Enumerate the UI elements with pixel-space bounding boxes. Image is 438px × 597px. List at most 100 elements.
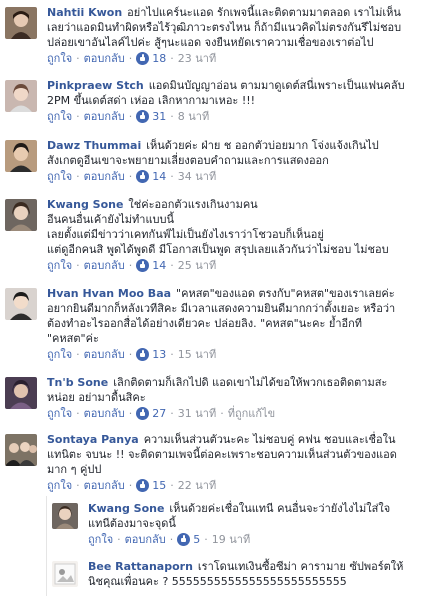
avatar[interactable] <box>5 80 37 112</box>
commenter-name[interactable]: Pinkpraew Stch <box>47 79 144 92</box>
reply-link[interactable]: ตอบกลับ <box>125 533 166 546</box>
comment-body: Dawz Thummai เห็นด้วยค่ะ ฝ่าย ช ออกตัวบ่อ… <box>47 138 433 184</box>
avatar[interactable] <box>5 199 37 231</box>
like-link[interactable]: ถูกใจ <box>47 110 72 123</box>
comment-message: อีนคนอื่นเค้ายังไม่ทำแบบนี้ <box>47 213 175 226</box>
comment-time[interactable]: 22 นาที <box>178 479 216 492</box>
avatar[interactable] <box>5 140 37 172</box>
like-count[interactable]: 5 <box>193 533 200 546</box>
comment-text: Bee Rattanaporn เราโดนเทเงินซื้อซีม่า คาร… <box>88 559 433 589</box>
comment-message: ปล่อยเขาอันไลค์ไปค่ะ สู้ๆนะแอด จงยืนหยัด… <box>47 36 374 49</box>
edited-label[interactable]: ที่ถูกแก้ไข <box>228 407 275 420</box>
comment-message: ต้องทำอะไรออกสื่อได้อย่างเดียวคะ ปล่อยลิ… <box>47 317 363 330</box>
comment-message: 2PM ขึ้นเดต์สด่า เห่ออ เลิกหากามาเหอะ !!… <box>47 94 256 107</box>
comment-body: Tn'b Sone เลิกติดตามก็เลิกไปดิ แอดเขาไม่ไ… <box>47 375 433 421</box>
comment-text: Sontaya Panya ความเห็นส่วนตัวนะคะ ไม่ชอบค… <box>47 432 433 477</box>
comment-message: แทนีต้องมาจะจุดนี้ <box>88 517 176 530</box>
reply-link[interactable]: ตอบกลับ <box>84 110 125 123</box>
comment-time[interactable]: 23 นาที <box>178 52 216 65</box>
like-icon <box>136 170 150 183</box>
comment-message: หน่อย อย่ามาดื้นสิคะ <box>47 391 146 404</box>
like-icon <box>136 348 150 361</box>
comment-text: Kwang Sone เห็นด้วยค่ะเชื่อในแทนี คนอื่นจ… <box>88 501 433 531</box>
comment-text: Tn'b Sone เลิกติดตามก็เลิกไปดิ แอดเขาไม่ไ… <box>47 375 433 405</box>
commenter-name[interactable]: Hvan Hvan Moo Baa <box>47 287 171 300</box>
comment-message: สังเกตดูอีนเขาจะพยายามเลี่ยงตอบคำถามและก… <box>47 154 329 167</box>
comment-message: อย่าไปแคร์นะแอด รักเพจนี้และติดตามมาตลอด… <box>127 6 401 19</box>
comment-time[interactable]: 15 นาที <box>178 348 216 361</box>
like-link[interactable]: ถูกใจ <box>47 259 72 272</box>
like-count[interactable]: 13 <box>152 348 166 361</box>
avatar[interactable] <box>5 434 37 466</box>
commenter-name[interactable]: Sontaya Panya <box>47 433 139 446</box>
comment-actions: ถูกใจ · ตอบกลับ · 18 · 23 นาที <box>47 52 217 65</box>
commenter-name[interactable]: Nahtii Kwon <box>47 6 122 19</box>
like-link[interactable]: ถูกใจ <box>47 407 72 420</box>
comment-message: เราโดนเทเงินซื้อซีม่า คารามาย ซัปพอร์ตให… <box>197 560 404 573</box>
like-icon <box>136 259 150 272</box>
comment-text: Nahtii Kwon อย่าไปแคร์นะแอด รักเพจนี้และต… <box>47 5 433 50</box>
comment-message: "คหสต"ค่ะ <box>47 332 99 345</box>
commenter-name[interactable]: Kwang Sone <box>47 198 123 211</box>
like-count[interactable]: 18 <box>152 52 166 65</box>
comment-body: Kwang Sone เห็นด้วยค่ะเชื่อในแทนี คนอื่นจ… <box>88 501 433 547</box>
comment-actions: ถูกใจ · ตอบกลับ · 14 · 25 นาที <box>47 259 217 272</box>
comment-message: เลยตั้งแต่มีข่าวว่าเคทกันฟ์ไม่เป็นยังไงเ… <box>47 228 324 241</box>
avatar[interactable] <box>5 288 37 320</box>
like-link[interactable]: ถูกใจ <box>47 348 72 361</box>
comment-time[interactable]: 19 นาที <box>212 533 250 546</box>
comment-time[interactable]: 25 นาที <box>178 259 216 272</box>
like-icon <box>136 407 150 420</box>
like-icon <box>136 479 150 492</box>
like-link[interactable]: ถูกใจ <box>47 170 72 183</box>
like-count[interactable]: 14 <box>152 259 166 272</box>
comment-time[interactable]: 31 นาที <box>178 407 216 420</box>
reply-link[interactable]: ตอบกลับ <box>84 170 125 183</box>
comment-message: เห็นด้วยค่ะ ฝ่าย ช ออกตัวบ่อยมาก โจ่งแจ้… <box>146 139 379 152</box>
avatar[interactable] <box>5 7 37 39</box>
comment-body: Bee Rattanaporn เราโดนเทเงินซื้อซีม่า คาร… <box>88 559 433 589</box>
comment-actions: ถูกใจ · ตอบกลับ · 13 · 15 นาที <box>47 348 217 361</box>
like-link[interactable]: ถูกใจ <box>47 52 72 65</box>
comment-message: แอดมินบัญญาอ่อน ตามมาดูเดต์สนี่เพราะเป็น… <box>148 79 405 92</box>
comment-message: แต่ดูอีกคนสิ พูดได้พูดดี มีโอกาสเป็นพูด … <box>47 243 389 256</box>
comment-body: Sontaya Panya ความเห็นส่วนตัวนะคะ ไม่ชอบค… <box>47 432 433 493</box>
avatar[interactable] <box>52 503 78 529</box>
reply-link[interactable]: ตอบกลับ <box>84 348 125 361</box>
comment-message: เลยว่าแอดมินทำผิดหรือไร้วุฒิภาวะตรงไหน ก… <box>47 21 402 34</box>
comment-actions: ถูกใจ · ตอบกลับ · 15 · 22 นาที <box>47 479 217 492</box>
comment-actions: ถูกใจ · ตอบกลับ · 31 · 8 นาที <box>47 110 210 123</box>
commenter-name[interactable]: Kwang Sone <box>88 502 164 515</box>
comment-body: Nahtii Kwon อย่าไปแคร์นะแอด รักเพจนี้และต… <box>47 5 433 66</box>
reply-link[interactable]: ตอบกลับ <box>84 407 125 420</box>
comment-text: Hvan Hvan Moo Baa "คหสต"ของแอด ตรงกับ"คหส… <box>47 286 433 346</box>
commenter-name[interactable]: Dawz Thummai <box>47 139 141 152</box>
comment-message: ใช่ค่ะออกตัวแรงเกินงามคน <box>128 198 258 211</box>
like-count[interactable]: 15 <box>152 479 166 492</box>
comment-message: "คหสต"ของแอด ตรงกับ"คหสต"ของเราเลยค่ะ <box>176 287 395 300</box>
reply-link[interactable]: ตอบกลับ <box>84 52 125 65</box>
comment-text: Pinkpraew Stch แอดมินบัญญาอ่อน ตามมาดูเดต… <box>47 78 433 108</box>
comment-message: เห็นด้วยค่ะเชื่อในแทนี คนอื่นจะว่ายังไงไ… <box>169 502 391 515</box>
comment-time[interactable]: 8 นาที <box>178 110 209 123</box>
like-link[interactable]: ถูกใจ <box>47 479 72 492</box>
reply-link[interactable]: ตอบกลับ <box>84 259 125 272</box>
like-count[interactable]: 14 <box>152 170 166 183</box>
comment-actions: ถูกใจ · ตอบกลับ · 14 · 34 นาที <box>47 170 217 183</box>
avatar[interactable] <box>52 561 78 587</box>
commenter-name[interactable]: Tn'b Sone <box>47 376 108 389</box>
reply-thread-line <box>46 496 47 596</box>
comment-message: แทนิตะ จบนะ !! จะติดตามเพจนี้ต่อคะเพราะช… <box>47 448 397 461</box>
avatar[interactable] <box>5 377 37 409</box>
like-icon <box>136 110 150 123</box>
comment-actions: ถูกใจ · ตอบกลับ · 27 · 31 นาที · ที่ถูกแก้ไข <box>47 407 276 420</box>
like-count[interactable]: 31 <box>152 110 166 123</box>
reply-link[interactable]: ตอบกลับ <box>84 479 125 492</box>
like-link[interactable]: ถูกใจ <box>88 533 113 546</box>
comment-text: Dawz Thummai เห็นด้วยค่ะ ฝ่าย ช ออกตัวบ่อ… <box>47 138 433 168</box>
like-count[interactable]: 27 <box>152 407 166 420</box>
comment-body: Hvan Hvan Moo Baa "คหสต"ของแอด ตรงกับ"คหส… <box>47 286 433 362</box>
comment-time[interactable]: 34 นาที <box>178 170 216 183</box>
comment-message: อยากยินดีมากก็หลังเวทีสิคะ มีเวลาแสดงควา… <box>47 302 396 315</box>
commenter-name[interactable]: Bee Rattanaporn <box>88 560 193 573</box>
